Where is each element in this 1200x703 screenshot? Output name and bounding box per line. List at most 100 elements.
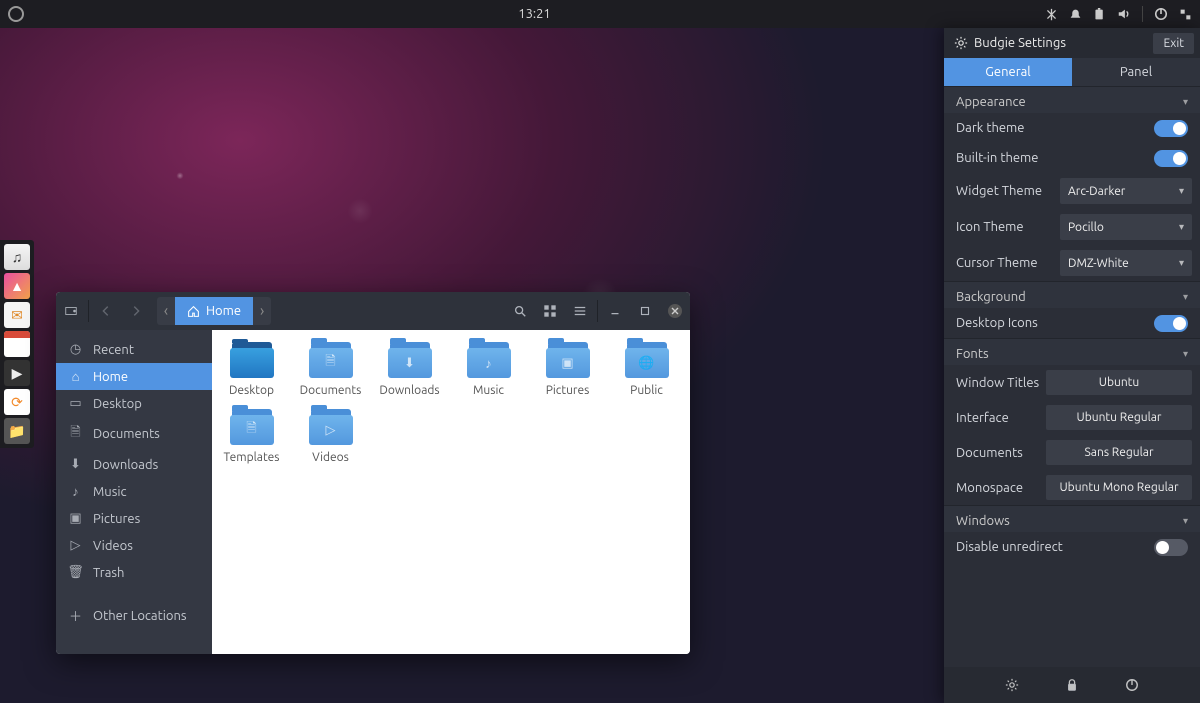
sidebar-item-music[interactable]: ♪Music [56, 478, 212, 505]
dock-mail-app[interactable]: ✉ [4, 302, 30, 328]
row-disable-unredirect: Disable unredirect [944, 532, 1200, 562]
monospace-font-button[interactable]: Ubuntu Mono Regular [1046, 475, 1192, 500]
interface-font-button[interactable]: Ubuntu Regular [1046, 405, 1192, 430]
dock-files-app[interactable]: 📁 [4, 418, 30, 444]
settings-tabs: General Panel [944, 58, 1200, 86]
folder-downloads[interactable]: ⬇Downloads [370, 342, 449, 397]
window-titles-font-button[interactable]: Ubuntu [1046, 370, 1192, 395]
dock-video-app[interactable]: ▶ [4, 360, 30, 386]
folder-templates[interactable]: 🗎Templates [212, 409, 291, 464]
breadcrumb-next-icon[interactable]: › [253, 297, 271, 325]
section-appearance[interactable]: Appearance▾ [944, 86, 1200, 113]
desktop-icon: ▭ [68, 396, 83, 411]
notifications-icon[interactable] [1069, 8, 1082, 21]
fm-content-area[interactable]: Desktop 🗎Documents ⬇Downloads ♪Music ▣Pi… [212, 330, 690, 654]
folder-public[interactable]: 🌐Public [607, 342, 686, 397]
dock-calendar-app[interactable] [4, 331, 30, 357]
home-icon [187, 305, 200, 318]
file-manager-window: ‹ Home › ◷Recent ⌂Home ▭Desktop 🗎Documen… [56, 292, 690, 654]
panel-divider [1142, 6, 1143, 22]
folder-icon: ⬇ [388, 342, 432, 378]
dark-theme-toggle[interactable] [1154, 120, 1188, 137]
raven-toggle-icon[interactable] [1179, 8, 1192, 21]
folder-icon: 🌐 [625, 342, 669, 378]
breadcrumb-prev-icon[interactable]: ‹ [157, 297, 175, 325]
settings-footer [944, 667, 1200, 703]
tab-panel[interactable]: Panel [1072, 58, 1200, 86]
folder-icon: 🗎 [230, 409, 274, 445]
row-monospace-font: MonospaceUbuntu Mono Regular [944, 470, 1200, 505]
widget-theme-combo[interactable]: Arc-Darker▾ [1060, 178, 1192, 204]
sidebar-item-desktop[interactable]: ▭Desktop [56, 390, 212, 417]
top-panel: 13:21 [0, 0, 1200, 28]
fm-forward-button[interactable] [121, 292, 151, 330]
section-background[interactable]: Background▾ [944, 281, 1200, 308]
folder-videos[interactable]: ▷Videos [291, 409, 370, 464]
sidebar-item-documents[interactable]: 🗎Documents [56, 417, 212, 451]
file-manager-headerbar: ‹ Home › [56, 292, 690, 330]
battery-icon[interactable] [1093, 8, 1106, 21]
section-windows[interactable]: Windows▾ [944, 505, 1200, 532]
dock-update-app[interactable]: ⟳ [4, 389, 30, 415]
sidebar-item-trash[interactable]: 🗑Trash [56, 559, 212, 586]
cursor-theme-combo[interactable]: DMZ-White▾ [1060, 250, 1192, 276]
row-window-titles-font: Window TitlesUbuntu [944, 365, 1200, 400]
trash-icon: 🗑 [68, 565, 83, 580]
fm-search-button[interactable] [505, 292, 535, 330]
fm-drive-button[interactable] [56, 292, 86, 330]
row-widget-theme: Widget ThemeArc-Darker▾ [944, 173, 1200, 209]
chevron-down-icon: ▾ [1183, 515, 1188, 527]
row-icon-theme: Icon ThemePocillo▾ [944, 209, 1200, 245]
dock-photos-app[interactable]: ▲ [4, 273, 30, 299]
sidebar-item-pictures[interactable]: ▣Pictures [56, 505, 212, 532]
footer-lock-icon[interactable] [1065, 678, 1079, 692]
settings-header: Budgie Settings Exit [944, 28, 1200, 58]
section-fonts[interactable]: Fonts▾ [944, 338, 1200, 365]
folder-music[interactable]: ♪Music [449, 342, 528, 397]
desktop-icons-toggle[interactable] [1154, 315, 1188, 332]
tab-general[interactable]: General [944, 58, 1072, 86]
sidebar-item-recent[interactable]: ◷Recent [56, 336, 212, 363]
budgie-menu-icon[interactable] [8, 6, 24, 22]
sidebar-item-other-locations[interactable]: ＋Other Locations [56, 600, 212, 631]
home-icon: ⌂ [68, 369, 83, 384]
row-builtin-theme: Built-in theme [944, 143, 1200, 173]
exit-button[interactable]: Exit [1153, 33, 1194, 54]
fm-back-button[interactable] [91, 292, 121, 330]
row-documents-font: DocumentsSans Regular [944, 435, 1200, 470]
window-close-button[interactable] [660, 292, 690, 330]
fm-menu-button[interactable] [565, 292, 595, 330]
pictures-icon: ▣ [68, 511, 83, 526]
budgie-settings-panel: Budgie Settings Exit General Panel Appea… [944, 28, 1200, 703]
footer-power-icon[interactable] [1125, 678, 1139, 692]
row-dark-theme: Dark theme [944, 113, 1200, 143]
window-minimize-button[interactable] [600, 292, 630, 330]
row-desktop-icons: Desktop Icons [944, 308, 1200, 338]
icon-theme-combo[interactable]: Pocillo▾ [1060, 214, 1192, 240]
row-cursor-theme: Cursor ThemeDMZ-White▾ [944, 245, 1200, 281]
folder-documents[interactable]: 🗎Documents [291, 342, 370, 397]
folder-icon: ▷ [309, 409, 353, 445]
dock-music-app[interactable]: ♫ [4, 244, 30, 270]
footer-gear-icon[interactable] [1005, 678, 1019, 692]
sidebar-item-home[interactable]: ⌂Home [56, 363, 212, 390]
fm-breadcrumb: ‹ Home › [157, 297, 271, 325]
chevron-down-icon: ▾ [1179, 185, 1184, 197]
documents-font-button[interactable]: Sans Regular [1046, 440, 1192, 465]
power-icon[interactable] [1154, 7, 1168, 21]
builtin-theme-toggle[interactable] [1154, 150, 1188, 167]
volume-icon[interactable] [1117, 7, 1131, 21]
sidebar-item-videos[interactable]: ▷Videos [56, 532, 212, 559]
bluetooth-icon[interactable] [1045, 8, 1058, 21]
panel-clock[interactable]: 13:21 [24, 7, 1045, 21]
folder-pictures[interactable]: ▣Pictures [528, 342, 607, 397]
document-icon: 🗎 [68, 423, 83, 445]
row-interface-font: InterfaceUbuntu Regular [944, 400, 1200, 435]
fm-grid-view-button[interactable] [535, 292, 565, 330]
folder-desktop[interactable]: Desktop [212, 342, 291, 397]
window-maximize-button[interactable] [630, 292, 660, 330]
sidebar-item-downloads[interactable]: ⬇Downloads [56, 451, 212, 478]
disable-unredirect-toggle[interactable] [1154, 539, 1188, 556]
breadcrumb-home[interactable]: Home [175, 297, 253, 325]
folder-icon [230, 342, 274, 378]
